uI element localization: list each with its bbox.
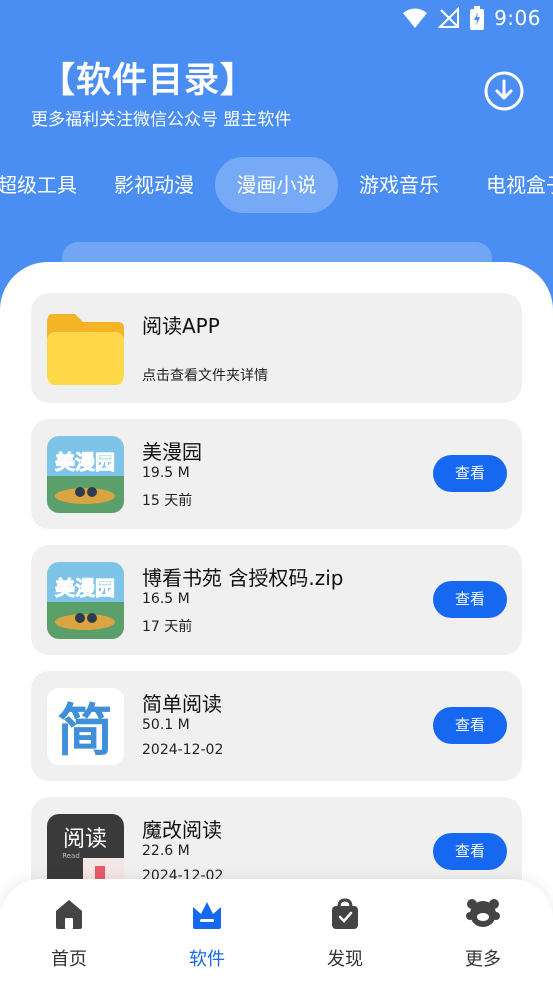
folder-name: 阅读APP — [142, 314, 220, 338]
battery-charging-icon — [470, 6, 485, 30]
thumb-text: 阅读 — [63, 827, 107, 852]
app-thumbnail: 简 — [47, 688, 124, 765]
nav-item-home[interactable]: 首页 — [0, 879, 138, 983]
item-date: 17 天前 — [142, 619, 193, 635]
view-button[interactable]: 查看 — [433, 581, 507, 618]
nav-label: 更多 — [465, 949, 501, 970]
item-date: 15 天前 — [142, 493, 193, 509]
thumb-text: 美漫园 — [55, 450, 115, 474]
folder-icon — [47, 310, 124, 387]
file-list-panel: 阅读APP 点击查看文件夹详情 美漫园 美漫园 19.5 M 15 天前 查看 — [0, 262, 553, 983]
bottom-navigation: 首页 软件 发现 更多 — [0, 879, 553, 983]
crown-icon — [193, 902, 221, 929]
thumb-text: 美漫园 — [55, 576, 115, 600]
nav-item-software[interactable]: 软件 — [138, 879, 276, 983]
no-signal-icon — [438, 7, 460, 28]
nav-label: 首页 — [51, 949, 87, 970]
header: 【软件目录】 更多福利关注微信公众号 盟主软件 — [0, 50, 553, 150]
folder-card[interactable]: 阅读APP 点击查看文件夹详情 — [31, 293, 522, 403]
item-name: 博看书苑 含授权码.zip — [142, 566, 344, 590]
nav-item-discover[interactable]: 发现 — [276, 879, 414, 983]
status-icons: 9:06 — [402, 6, 541, 30]
item-name: 简单阅读 — [142, 692, 222, 716]
item-size: 50.1 M — [142, 717, 190, 733]
tab-comics-novels[interactable]: 漫画小说 — [215, 157, 338, 213]
page-subtitle: 更多福利关注微信公众号 盟主软件 — [31, 110, 292, 130]
item-size: 19.5 M — [142, 465, 190, 481]
nav-label: 软件 — [189, 949, 225, 970]
list-item: 美漫园 博看书苑 含授权码.zip 16.5 M 17 天前 查看 — [31, 545, 522, 655]
category-tabs: 超级工具 影视动漫 漫画小说 游戏音乐 电视盒子 — [0, 157, 553, 215]
tab-tools[interactable]: 超级工具 — [0, 157, 80, 213]
wifi-icon — [403, 8, 428, 28]
item-size: 16.5 M — [142, 591, 190, 607]
view-button[interactable]: 查看 — [433, 833, 507, 870]
tab-tv-box[interactable]: 电视盒子 — [478, 157, 553, 213]
bear-icon — [466, 899, 500, 927]
tab-games-music[interactable]: 游戏音乐 — [352, 157, 446, 213]
nav-item-more[interactable]: 更多 — [414, 879, 552, 983]
view-button[interactable]: 查看 — [433, 455, 507, 492]
app-thumbnail: 美漫园 — [47, 562, 124, 639]
download-icon[interactable] — [483, 70, 525, 112]
clock: 9:06 — [494, 6, 541, 30]
item-name: 魔改阅读 — [142, 818, 222, 842]
page-title: 【软件目录】 — [40, 61, 257, 101]
bag-icon — [332, 898, 358, 929]
item-date: 2024-12-02 — [142, 742, 224, 758]
list-item: 美漫园 美漫园 19.5 M 15 天前 查看 — [31, 419, 522, 529]
nav-label: 发现 — [327, 949, 363, 970]
home-icon — [56, 900, 82, 929]
app-thumbnail: 美漫园 — [47, 436, 124, 513]
status-bar: 9:06 — [0, 0, 553, 38]
item-name: 美漫园 — [142, 440, 202, 464]
item-size: 22.6 M — [142, 843, 190, 859]
list-item: 简 简单阅读 50.1 M 2024-12-02 查看 — [31, 671, 522, 781]
folder-hint: 点击查看文件夹详情 — [142, 368, 268, 384]
view-button[interactable]: 查看 — [433, 707, 507, 744]
thumb-subtext: Read — [62, 852, 80, 860]
tab-video-anime[interactable]: 影视动漫 — [108, 157, 200, 213]
thumb-text: 简 — [57, 698, 113, 764]
